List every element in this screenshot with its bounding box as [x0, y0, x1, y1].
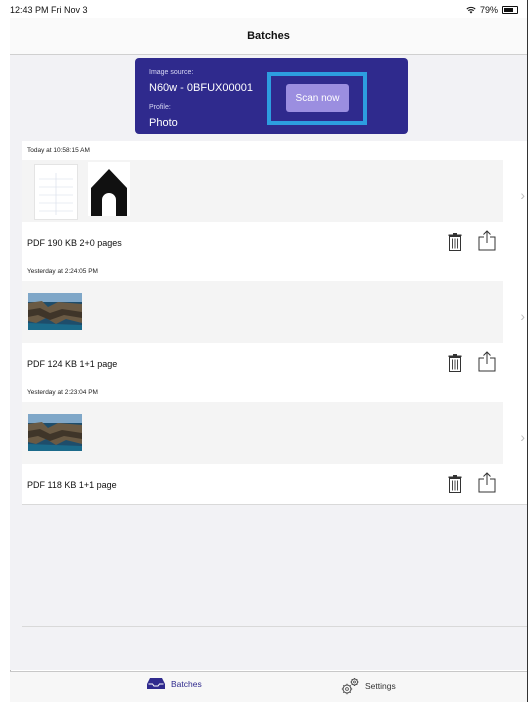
status-time: 12:43 PM Fri Nov 3 [10, 5, 88, 15]
photo-thumbnail [28, 414, 82, 451]
share-icon[interactable] [478, 230, 496, 251]
tab-batches-label: Batches [171, 678, 202, 689]
tab-settings-label: Settings [365, 681, 396, 691]
batch-info: PDF 118 KB 1+1 page [27, 480, 117, 490]
profile-value[interactable]: Photo [149, 117, 178, 129]
tray-icon [147, 678, 165, 689]
chevron-right-icon: › [520, 187, 525, 203]
batch-date: Yesterday at 2:23:04 PM [27, 389, 98, 396]
nav-bar: Batches [10, 18, 527, 55]
batch-thumbnails[interactable] [22, 160, 503, 222]
batch-thumbnails[interactable] [22, 281, 503, 343]
batch-item[interactable]: Today at 10:58:15 AM › PDF 190 KB 2+0 pa… [22, 141, 527, 263]
batch-thumbnails[interactable] [22, 402, 503, 464]
tab-batches[interactable]: Batches [146, 677, 202, 690]
trash-icon[interactable] [448, 475, 462, 493]
scan-now-button[interactable]: Scan now [286, 84, 349, 112]
photo-thumbnail [28, 293, 82, 330]
share-icon[interactable] [478, 351, 496, 372]
batch-date: Today at 10:58:15 AM [27, 147, 90, 154]
tab-bar: Batches Settings [10, 671, 527, 702]
battery-percent: 79% [479, 5, 498, 15]
batch-date: Yesterday at 2:24:05 PM [27, 268, 98, 275]
trash-icon[interactable] [448, 354, 462, 372]
tab-settings[interactable]: Settings [340, 677, 396, 695]
list-end-divider [22, 626, 527, 627]
status-bar: 12:43 PM Fri Nov 3 79% [0, 0, 528, 18]
share-icon[interactable] [478, 472, 496, 493]
image-source-value[interactable]: N60w - 0BFUX00001 [149, 82, 253, 94]
status-indicators: 79% [466, 5, 518, 15]
batch-item[interactable]: Yesterday at 2:24:05 PM › PDF 124 KB 1+1… [22, 262, 527, 384]
batch-info: PDF 124 KB 1+1 page [27, 359, 118, 369]
chevron-right-icon: › [520, 429, 525, 445]
batch-info: PDF 190 KB 2+0 pages [27, 238, 122, 248]
profile-label: Profile: [149, 104, 171, 111]
page-title: Batches [247, 30, 290, 42]
house-thumbnail [88, 162, 130, 216]
trash-icon[interactable] [448, 233, 462, 251]
image-source-label: Image source: [149, 69, 194, 76]
battery-icon [502, 6, 518, 14]
wifi-icon [466, 6, 476, 14]
gears-icon [341, 678, 359, 695]
document-thumbnail [34, 164, 78, 220]
batch-item[interactable]: Yesterday at 2:23:04 PM › PDF 118 KB 1+1… [22, 383, 527, 505]
chevron-right-icon: › [520, 308, 525, 324]
